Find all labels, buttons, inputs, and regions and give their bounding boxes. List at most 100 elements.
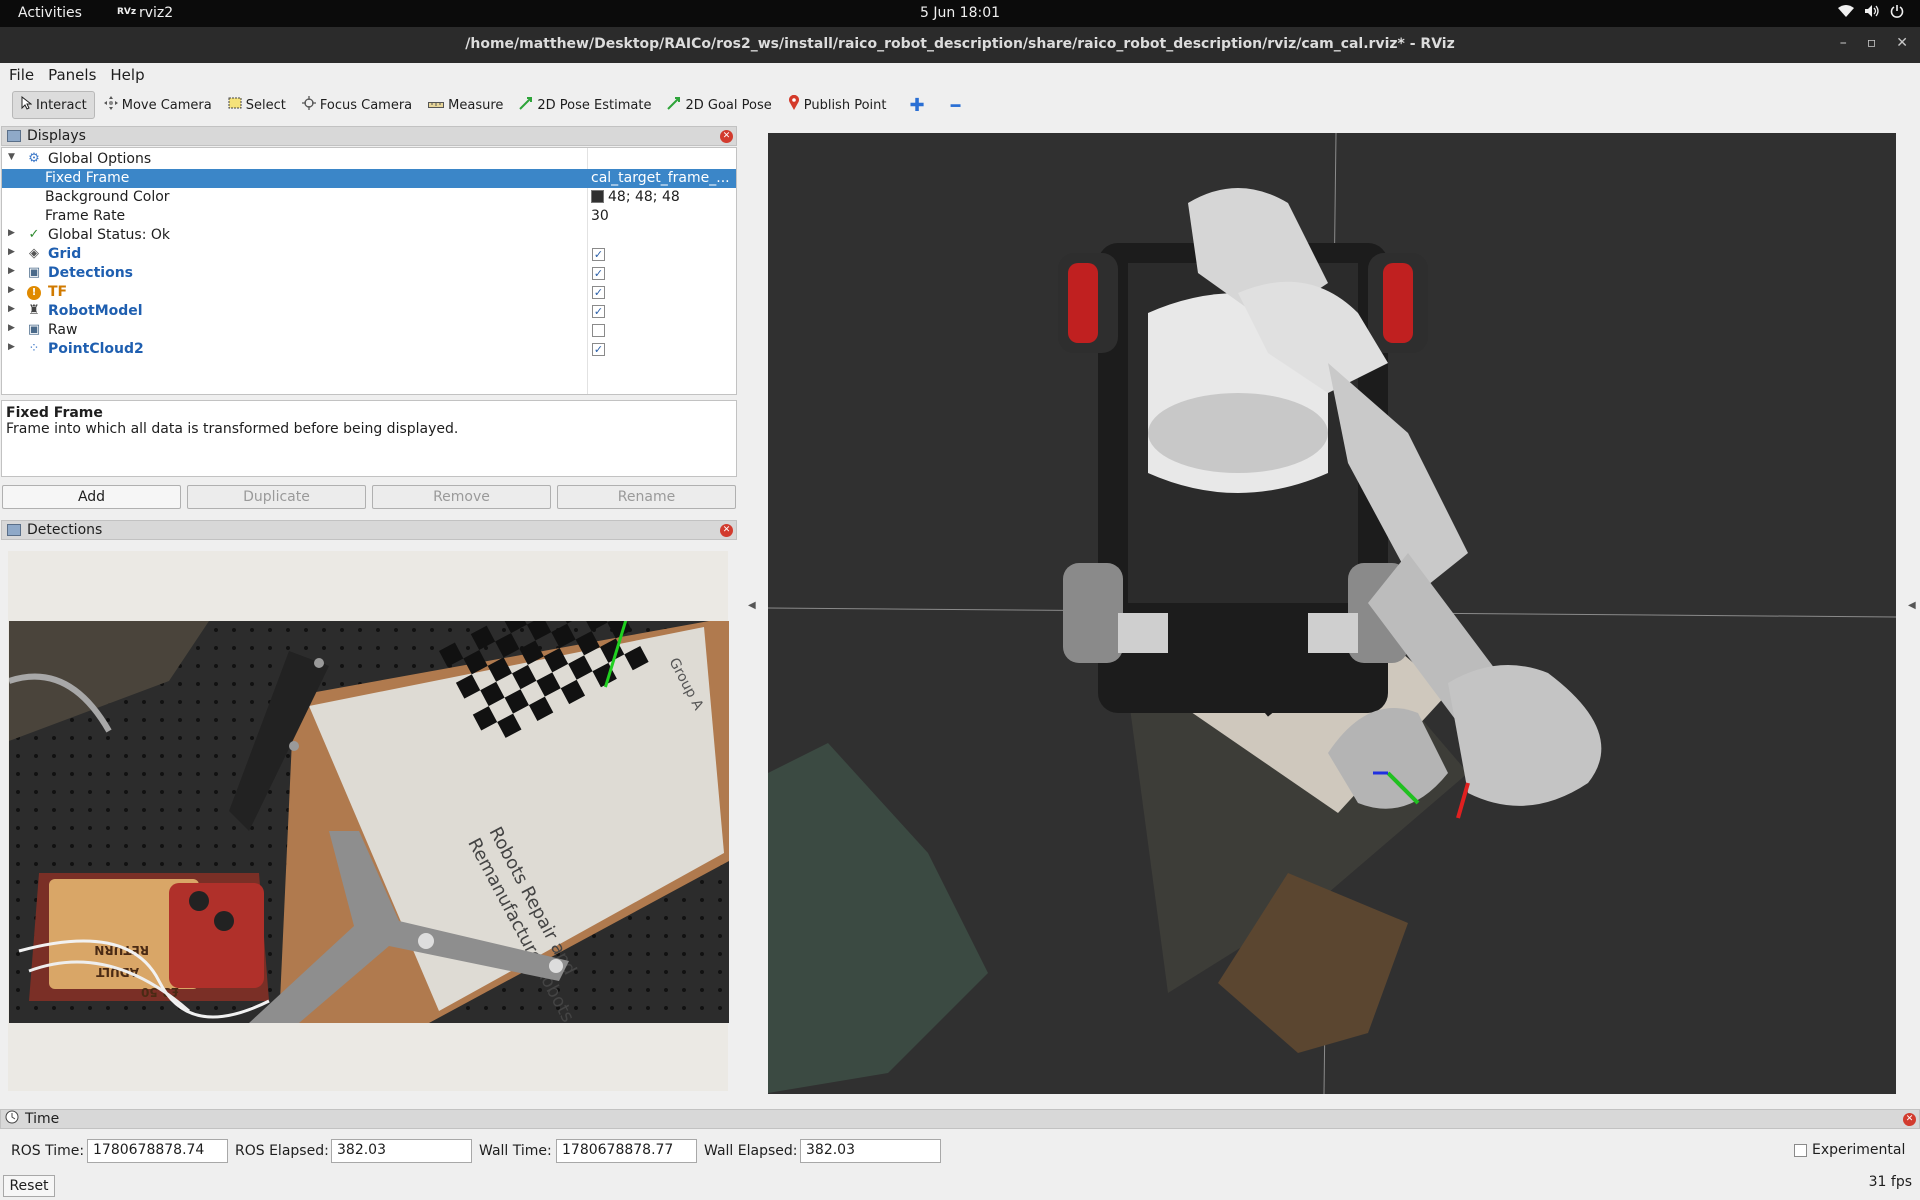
time-panel-title: Time xyxy=(25,1111,60,1127)
tool-measure[interactable]: Measure xyxy=(421,91,510,119)
time-panel-body xyxy=(0,1130,1920,1200)
clock[interactable]: 5 Jun 18:01 xyxy=(0,5,1920,21)
ros-time-field[interactable]: 1780678878.74 xyxy=(87,1139,228,1163)
tool-label: Publish Point xyxy=(803,97,887,113)
menu-panels[interactable]: Panels xyxy=(43,63,101,84)
close-window-button[interactable]: ✕ xyxy=(1896,35,1908,51)
tool-move-camera[interactable]: Move Camera xyxy=(97,91,219,119)
tool-2d-pose-estimate[interactable]: 2D Pose Estimate xyxy=(512,91,658,119)
duplicate-display-button[interactable]: Duplicate xyxy=(187,485,366,509)
maximize-button[interactable]: ▫ xyxy=(1867,35,1877,51)
activities-button[interactable]: Activities xyxy=(18,5,82,21)
displays-panel-title: Displays xyxy=(27,128,86,144)
grid-enabled-checkbox[interactable]: ✓ xyxy=(592,248,605,261)
remove-tool-button[interactable]: ━ xyxy=(939,96,973,115)
robotmodel-enabled-checkbox[interactable]: ✓ xyxy=(592,305,605,318)
tree-row-frame-rate[interactable]: Frame Rate 30 xyxy=(2,207,736,226)
checkmark-icon: ✓ xyxy=(28,227,40,242)
reset-button[interactable]: Reset xyxy=(3,1175,55,1197)
help-text: Frame into which all data is transformed… xyxy=(6,421,459,437)
expand-right-icon[interactable]: ▶ xyxy=(8,247,15,257)
experimental-checkbox[interactable] xyxy=(1794,1144,1807,1157)
select-icon xyxy=(228,97,242,113)
ros-elapsed-field[interactable]: 382.03 xyxy=(331,1139,472,1163)
image-display-icon: ▣ xyxy=(27,322,41,337)
tree-row-grid[interactable]: ▶ ◈ Grid ✓ xyxy=(2,245,736,264)
add-display-button[interactable]: Add xyxy=(2,485,181,509)
tf-enabled-checkbox[interactable]: ✓ xyxy=(592,286,605,299)
wall-elapsed-label: Wall Elapsed: xyxy=(704,1143,798,1159)
tool-select[interactable]: Select xyxy=(221,91,293,119)
tool-label: 2D Pose Estimate xyxy=(537,97,652,113)
expand-right-icon[interactable]: ▶ xyxy=(8,228,15,238)
expand-right-icon[interactable]: ▶ xyxy=(8,285,15,295)
add-tool-button[interactable]: ✚ xyxy=(895,95,938,116)
tool-label: 2D Goal Pose xyxy=(685,97,772,113)
move-camera-icon xyxy=(103,96,118,114)
remove-display-button[interactable]: Remove xyxy=(372,485,551,509)
tree-row-pointcloud2[interactable]: ▶ ⁘ PointCloud2 ✓ xyxy=(2,340,736,359)
tree-row-tf[interactable]: ▶ ! TF ✓ xyxy=(2,283,736,302)
fps-readout: 31 fps xyxy=(1868,1174,1912,1190)
tree-row-detections[interactable]: ▶ ▣ Detections ✓ xyxy=(2,264,736,283)
menu-file[interactable]: File xyxy=(4,63,39,84)
power-icon xyxy=(1890,4,1904,22)
tree-row-global-options[interactable]: ▼ ⚙ Global Options xyxy=(2,150,736,169)
expand-down-icon[interactable]: ▼ xyxy=(8,152,15,162)
tool-label: Interact xyxy=(36,97,87,113)
focus-camera-icon xyxy=(301,96,316,114)
frame-rate-value[interactable]: 30 xyxy=(591,208,733,224)
displays-tree[interactable]: ▼ ⚙ Global Options Fixed Frame cal_targe… xyxy=(1,147,737,395)
wall-time-field[interactable]: 1780678878.77 xyxy=(556,1139,697,1163)
close-panel-icon[interactable]: ✕ xyxy=(720,130,733,143)
tool-bar: Interact Move Camera Select Focus Camera… xyxy=(0,88,1920,122)
expand-right-icon[interactable]: ▶ xyxy=(8,304,15,314)
expand-right-icon[interactable]: ▶ xyxy=(8,342,15,352)
app-menu[interactable]: rviz2 xyxy=(139,5,173,21)
wall-time-label: Wall Time: xyxy=(479,1143,552,1159)
window-title-bar: /home/matthew/Desktop/RAICo/ros2_ws/inst… xyxy=(0,27,1920,63)
grid-icon: ◈ xyxy=(29,246,39,261)
left-dock-collapse-arrow[interactable]: ◀ xyxy=(748,600,756,611)
3d-render-viewport[interactable] xyxy=(768,133,1896,1094)
tree-row-global-status[interactable]: ▶ ✓ Global Status: Ok xyxy=(2,226,736,245)
tree-row-robotmodel[interactable]: ▶ ♜ RobotModel ✓ xyxy=(2,302,736,321)
wifi-icon xyxy=(1838,4,1854,22)
pointcloud-icon: ⁘ xyxy=(28,341,40,356)
raw-enabled-checkbox[interactable] xyxy=(592,324,605,337)
displays-panel-header: Displays ✕ xyxy=(1,126,737,146)
fixed-frame-value[interactable]: cal_target_frame_... xyxy=(591,170,733,186)
tree-row-raw[interactable]: ▶ ▣ Raw xyxy=(2,321,736,340)
tool-2d-goal-pose[interactable]: 2D Goal Pose xyxy=(660,91,778,119)
system-top-bar: Activities RVz rviz2 5 Jun 18:01 xyxy=(0,0,1920,27)
time-panel-header: Time ✕ xyxy=(0,1109,1920,1129)
detections-enabled-checkbox[interactable]: ✓ xyxy=(592,267,605,280)
tool-publish-point[interactable]: Publish Point xyxy=(781,91,894,119)
wall-elapsed-field[interactable]: 382.03 xyxy=(800,1139,941,1163)
green-arrow-icon xyxy=(519,96,533,114)
close-panel-icon[interactable]: ✕ xyxy=(1903,1113,1916,1126)
minimize-button[interactable]: – xyxy=(1840,35,1847,51)
tool-label: Select xyxy=(245,97,286,113)
system-tray[interactable] xyxy=(1838,4,1904,22)
expand-right-icon[interactable]: ▶ xyxy=(8,323,15,333)
pointcloud2-enabled-checkbox[interactable]: ✓ xyxy=(592,343,605,356)
green-arrow-icon xyxy=(667,96,681,114)
clock-icon xyxy=(5,1110,19,1128)
ros-elapsed-label: ROS Elapsed: xyxy=(235,1143,329,1159)
close-panel-icon[interactable]: ✕ xyxy=(720,524,733,537)
tool-focus-camera[interactable]: Focus Camera xyxy=(295,91,419,119)
menu-help[interactable]: Help xyxy=(105,63,149,84)
expand-right-icon[interactable]: ▶ xyxy=(8,266,15,276)
camera-detections-image: Robots Repair and Remanufacture Robots G… xyxy=(9,621,729,1023)
right-dock-collapse-arrow[interactable]: ◀ xyxy=(1908,600,1916,611)
tool-interact[interactable]: Interact xyxy=(12,91,95,119)
experimental-label: Experimental xyxy=(1812,1142,1906,1158)
rename-display-button[interactable]: Rename xyxy=(557,485,736,509)
help-title: Fixed Frame xyxy=(6,405,103,421)
tree-row-fixed-frame[interactable]: Fixed Frame cal_target_frame_... xyxy=(2,169,736,188)
tree-row-background-color[interactable]: Background Color 48; 48; 48 xyxy=(2,188,736,207)
ros-time-label: ROS Time: xyxy=(11,1143,85,1159)
detections-panel-title: Detections xyxy=(27,522,103,538)
map-pin-icon xyxy=(788,94,800,115)
